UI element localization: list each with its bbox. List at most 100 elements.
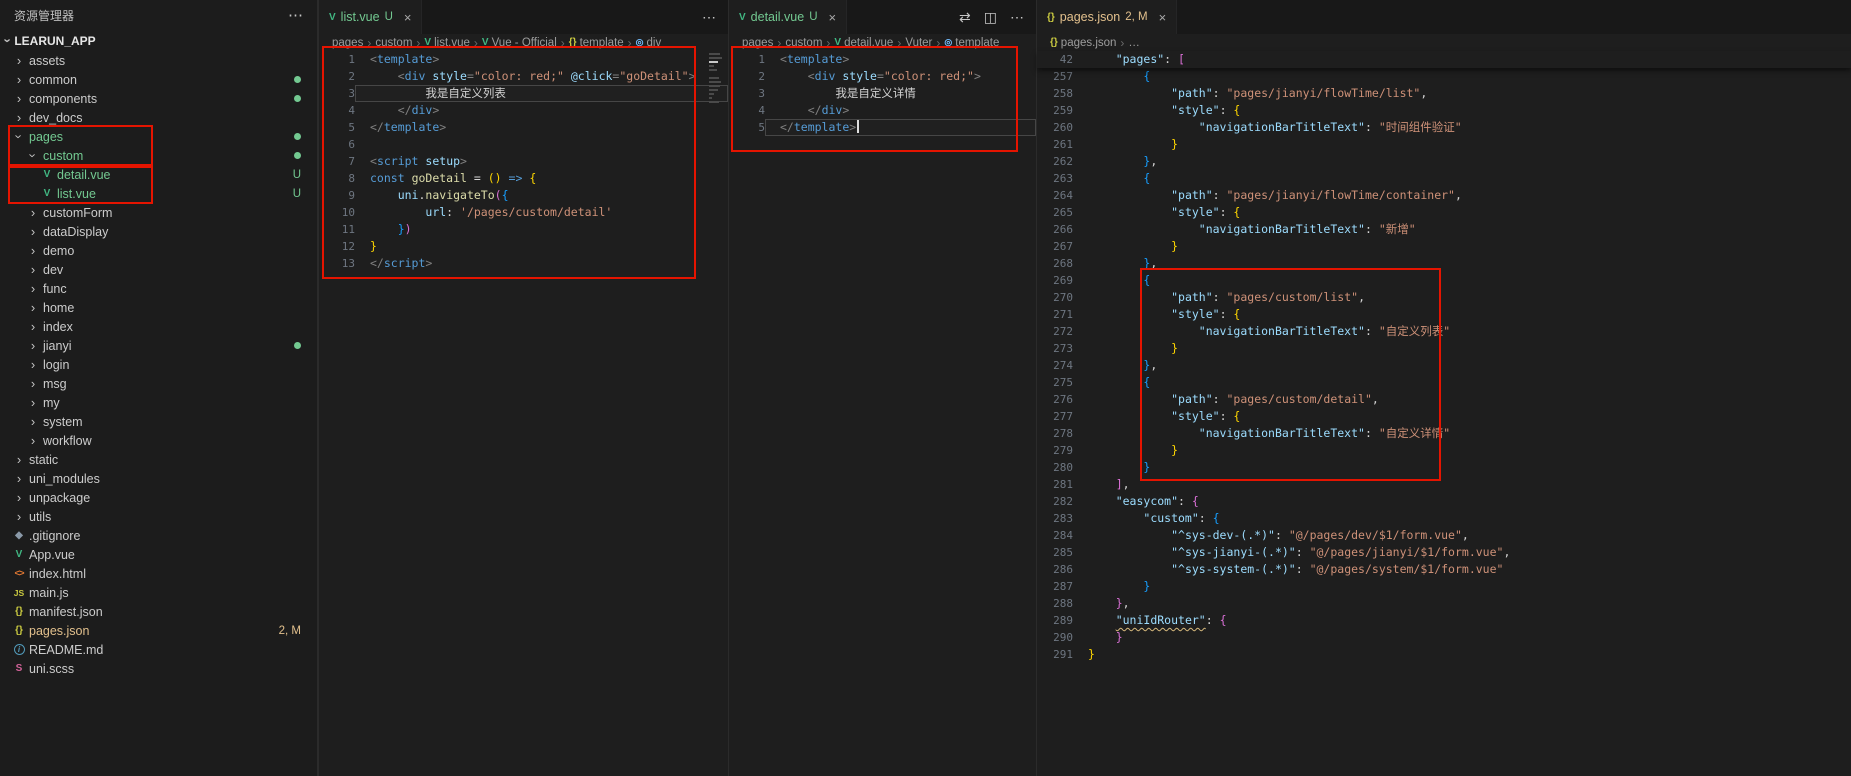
code-line[interactable]: 266 "navigationBarTitleText": "新增" [1037,221,1851,238]
code-line[interactable]: 259 "style": { [1037,102,1851,119]
tree-item-main-js[interactable]: JSmain.js [0,583,317,602]
tree-item-assets[interactable]: ›assets [0,51,317,70]
code-line[interactable]: 11 }) [319,221,728,238]
tree-item-workflow[interactable]: ›workflow [0,431,317,450]
code-line[interactable]: 6 [319,136,728,153]
code-line[interactable]: 264 "path": "pages/jianyi/flowTime/conta… [1037,187,1851,204]
code-line[interactable]: 276 "path": "pages/custom/detail", [1037,391,1851,408]
tree-item-home[interactable]: ›home [0,298,317,317]
code-line[interactable]: 272 "navigationBarTitleText": "自定义列表" [1037,323,1851,340]
code-line[interactable]: 4 </div> [319,102,728,119]
code-line[interactable]: 277 "style": { [1037,408,1851,425]
code-editor[interactable]: 42 "pages": [257 {258 "path": "pages/jia… [1037,51,1851,776]
tree-item-common[interactable]: ›common [0,70,317,89]
tree-item-index[interactable]: ›index [0,317,317,336]
tree-item-pages[interactable]: ›pages [0,127,317,146]
breadcrumb-item-vuter[interactable]: Vuter [905,37,932,49]
code-line[interactable]: 286 "^sys-system-(.*)": "@/pages/system/… [1037,561,1851,578]
code-line[interactable]: 2 <div style="color: red;"> [729,68,1036,85]
code-line[interactable]: 288 }, [1037,595,1851,612]
code-line[interactable]: 4 </div> [729,102,1036,119]
code-line[interactable]: 263 { [1037,170,1851,187]
tree-item-dev[interactable]: ›dev [0,260,317,279]
code-line[interactable]: 278 "navigationBarTitleText": "自定义详情" [1037,425,1851,442]
tree-item-system[interactable]: ›system [0,412,317,431]
more-actions-icon[interactable]: ⋯ [702,9,716,26]
code-line[interactable]: 269 { [1037,272,1851,289]
breadcrumb-item-template[interactable]: {}template [569,37,624,49]
more-actions-icon[interactable]: ⋯ [288,6,303,24]
code-line[interactable]: 3 我是自定义列表 [319,85,728,102]
code-line[interactable]: 42 "pages": [ [1037,51,1851,68]
tree-item-components[interactable]: ›components [0,89,317,108]
code-line[interactable]: 273 } [1037,340,1851,357]
code-line[interactable]: 279 } [1037,442,1851,459]
breadcrumb-item-pages[interactable]: pages [332,37,363,49]
breadcrumb-item-[interactable]: … [1128,37,1140,49]
tree-item-list-vue[interactable]: Vlist.vueU [0,184,317,203]
code-line[interactable]: 10 url: '/pages/custom/detail' [319,204,728,221]
close-icon[interactable]: × [404,10,412,25]
breadcrumb-item-div[interactable]: ◎div [636,37,662,49]
close-icon[interactable]: × [1159,10,1167,25]
code-editor[interactable]: 1<template>2 <div style="color: red;">3 … [729,51,1036,776]
tree-item-uni-modules[interactable]: ›uni_modules [0,469,317,488]
code-line[interactable]: 285 "^sys-jianyi-(.*)": "@/pages/jianyi/… [1037,544,1851,561]
code-line[interactable]: 9 uni.navigateTo({ [319,187,728,204]
tab-detail-vue[interactable]: Vdetail.vueU× [729,0,847,34]
code-line[interactable]: 3 我是自定义详情 [729,85,1036,102]
tree-item-uni-scss[interactable]: Suni.scss [0,659,317,678]
code-line[interactable]: 265 "style": { [1037,204,1851,221]
code-line[interactable]: 284 "^sys-dev-(.*)": "@/pages/dev/$1/for… [1037,527,1851,544]
tree-item-utils[interactable]: ›utils [0,507,317,526]
code-line[interactable]: 281 ], [1037,476,1851,493]
code-line[interactable]: 257 { [1037,68,1851,85]
tree-item-my[interactable]: ›my [0,393,317,412]
code-line[interactable]: 275 { [1037,374,1851,391]
code-line[interactable]: 283 "custom": { [1037,510,1851,527]
code-line[interactable]: 1<template> [319,51,728,68]
breadcrumb-item-list-vue[interactable]: Vlist.vue [424,37,469,49]
tree-item-func[interactable]: ›func [0,279,317,298]
code-line[interactable]: 7<script setup> [319,153,728,170]
code-line[interactable]: 289 "uniIdRouter": { [1037,612,1851,629]
tree-item-datadisplay[interactable]: ›dataDisplay [0,222,317,241]
breadcrumb-item-vue-official[interactable]: VVue - Official [482,37,557,49]
code-line[interactable]: 290 } [1037,629,1851,646]
tree-item-static[interactable]: ›static [0,450,317,469]
split-editor-icon[interactable]: ◫ [984,9,997,26]
tree-item-custom[interactable]: ›custom [0,146,317,165]
tree-item-login[interactable]: ›login [0,355,317,374]
code-line[interactable]: 287 } [1037,578,1851,595]
code-line[interactable]: 2 <div style="color: red;" @click="goDet… [319,68,728,85]
tab-list-vue[interactable]: Vlist.vueU× [319,0,422,34]
code-line[interactable]: 5</template> [319,119,728,136]
code-line[interactable]: 258 "path": "pages/jianyi/flowTime/list"… [1037,85,1851,102]
code-line[interactable]: 268 }, [1037,255,1851,272]
breadcrumb-item-template[interactable]: ◎template [944,37,999,49]
code-line[interactable]: 262 }, [1037,153,1851,170]
tree-item-readme-md[interactable]: iREADME.md [0,640,317,659]
tree-item-jianyi[interactable]: ›jianyi [0,336,317,355]
more-actions-icon[interactable]: ⋯ [1010,9,1024,26]
code-line[interactable]: 260 "navigationBarTitleText": "时间组件验证" [1037,119,1851,136]
close-icon[interactable]: × [829,10,837,25]
tree-item-customform[interactable]: ›customForm [0,203,317,222]
code-line[interactable]: 12} [319,238,728,255]
tree-item-app-vue[interactable]: VApp.vue [0,545,317,564]
code-editor[interactable]: 1<template>2 <div style="color: red;" @c… [319,51,728,776]
tree-item-dev-docs[interactable]: ›dev_docs [0,108,317,127]
code-line[interactable]: 274 }, [1037,357,1851,374]
breadcrumb-item-detail-vue[interactable]: Vdetail.vue [834,37,893,49]
breadcrumb-item-pages[interactable]: pages [742,37,773,49]
breadcrumb-item-pages-json[interactable]: {}pages.json [1050,37,1116,49]
code-line[interactable]: 291} [1037,646,1851,663]
code-line[interactable]: 5</template> [729,119,1036,136]
code-line[interactable]: 282 "easycom": { [1037,493,1851,510]
code-line[interactable]: 271 "style": { [1037,306,1851,323]
tree-item-index-html[interactable]: <>index.html [0,564,317,583]
tree-item-gitignore[interactable]: ◆.gitignore [0,526,317,545]
project-root-item[interactable]: › LEARUN_APP [0,30,317,51]
tree-item-manifest-json[interactable]: {}manifest.json [0,602,317,621]
breadcrumb-item-custom[interactable]: custom [375,37,412,49]
